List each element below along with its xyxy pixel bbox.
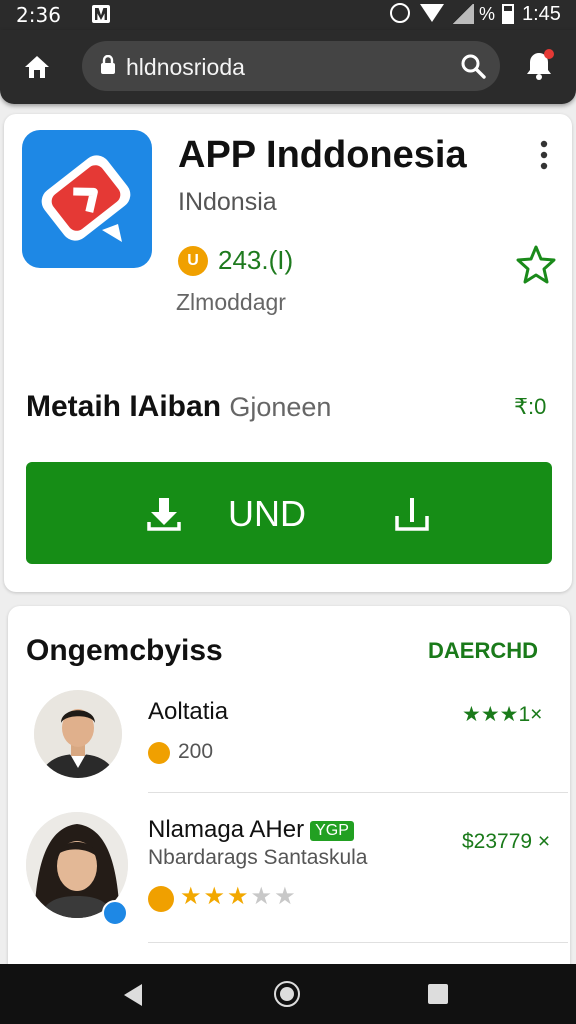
divider (148, 942, 568, 943)
rating-star-icon: ★ (250, 883, 275, 910)
lock-icon (101, 55, 115, 74)
app-details-card: APP Inddonesia INdonsia U 243.(I) Zlmodd… (4, 114, 572, 592)
mail-icon (92, 5, 110, 23)
rating-star-icon: ★ (274, 883, 298, 910)
status-bar: 2:36 % 1:45 (0, 0, 576, 30)
reviews-card: Ongemcbyiss DAERCHD Aoltatia 200 ★★★1× N… (8, 606, 570, 976)
recents-icon[interactable] (428, 984, 448, 1004)
item-subtitle: Nbardarags Santaskula (148, 846, 368, 869)
search-icon[interactable] (460, 53, 486, 79)
app-title: APP Inddonesia (178, 134, 467, 176)
list-action-link[interactable]: DAERCHD (428, 638, 538, 664)
status-clock: 1:45 (522, 3, 561, 25)
home-nav-icon[interactable] (274, 981, 300, 1007)
item-value: ★★★1× (462, 703, 543, 726)
battery-percent: % (479, 4, 496, 24)
system-nav-bar (0, 964, 576, 1024)
item-tag: YGP (310, 820, 354, 841)
url-text: hldnosrioda (126, 54, 245, 80)
rating-stars: ★★★★★ (180, 882, 298, 911)
item-title: Aoltatia (148, 698, 229, 725)
verified-icon (102, 900, 128, 926)
coin-icon (148, 742, 170, 764)
browser-toolbar: hldnosrioda (0, 30, 576, 104)
coin-icon: U (178, 246, 208, 276)
section-count: ₹:0 (514, 394, 547, 419)
status-time: 2:36 (16, 3, 61, 27)
install-label: UND (228, 493, 306, 534)
item-title: Nlamaga AHer YGP (148, 816, 354, 844)
section-label-strong: Metaih IAiban (26, 390, 222, 423)
item-title-text: Nlamaga AHer (148, 816, 305, 843)
star-icon[interactable] (516, 244, 556, 284)
section-label-light: Gjoneen (229, 392, 332, 422)
alert-icon[interactable] (522, 48, 556, 82)
address-bar[interactable]: hldnosrioda (82, 41, 500, 91)
section-label: Metaih IAiban Gjoneen (26, 390, 331, 424)
upload-icon (395, 498, 429, 531)
rating-star-icon: ★ (203, 883, 228, 910)
wifi-icon (420, 4, 444, 22)
battery-icon (502, 4, 514, 24)
download-icon (147, 498, 181, 531)
item-value: $23779 × (462, 830, 551, 853)
back-icon[interactable] (124, 984, 142, 1006)
rating-star-icon: ★ (180, 883, 204, 910)
more-vert-icon[interactable] (540, 140, 548, 170)
install-button[interactable]: UND (26, 462, 552, 564)
signal-icon (452, 4, 474, 24)
app-meta: Zlmoddagr (176, 289, 286, 315)
avatar (34, 690, 122, 778)
list-header: Ongemcbyiss (26, 634, 223, 667)
app-logo[interactable] (22, 130, 152, 268)
list-item[interactable]: Nlamaga AHer YGP Nbardarags Santaskula ★★… (8, 802, 570, 932)
divider (148, 792, 568, 793)
coin-icon (148, 886, 174, 912)
app-developer[interactable]: INdonsia (178, 188, 277, 217)
rating-star-icon: ★ (227, 883, 251, 910)
list-item[interactable]: Aoltatia 200 ★★★1× (8, 684, 570, 792)
app-rating: 243.(I) (218, 245, 294, 275)
item-subtitle: 200 (178, 740, 214, 763)
home-icon[interactable] (24, 54, 50, 80)
alarm-icon (390, 3, 410, 23)
